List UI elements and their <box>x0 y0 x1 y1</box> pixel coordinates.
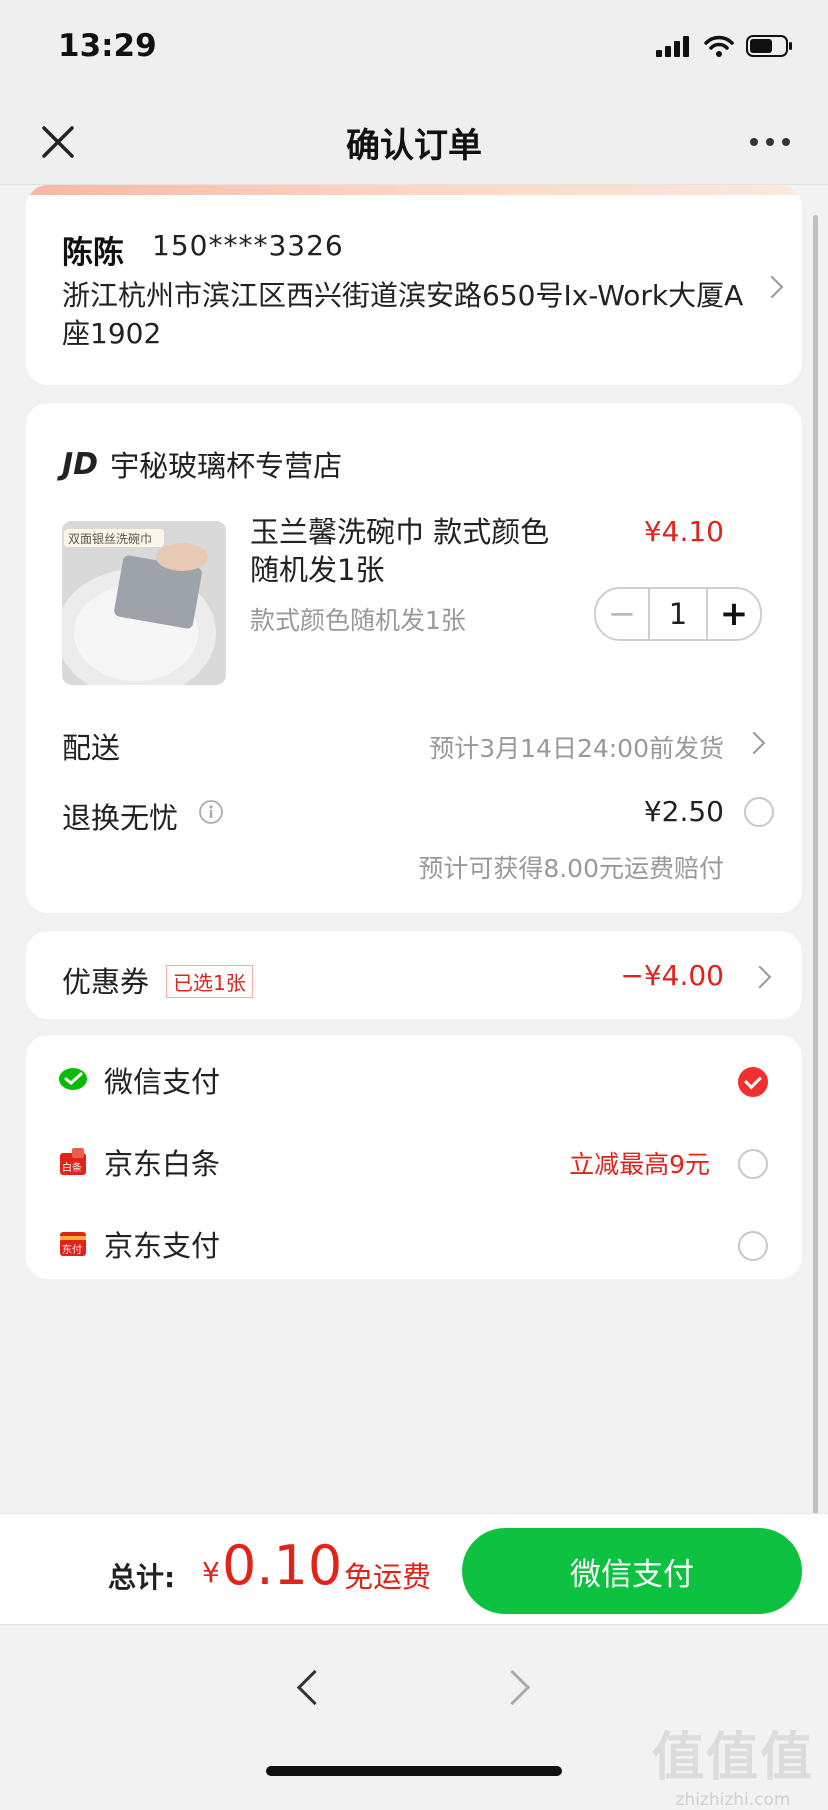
return-service-label: 退换无忧 <box>62 801 179 835</box>
watermark: 值值值 zhizhizhi.com <box>652 1715 814 1810</box>
jd-baitiao-icon: 白条 <box>60 1148 86 1175</box>
watermark-logo: 值值值 <box>651 1728 814 1788</box>
product-image-label: 双面银丝洗碗巾 <box>68 531 152 546</box>
browser-toolbar: 值值值 zhizhizhi.com <box>0 1624 828 1810</box>
chevron-right-icon <box>748 965 772 989</box>
address-decor-line <box>26 185 802 195</box>
baitiao-promo: 立减最高9元 <box>569 1150 710 1179</box>
product-price: ¥4.10 <box>643 515 724 548</box>
home-indicator[interactable] <box>266 1766 562 1776</box>
quantity-value[interactable]: 1 <box>648 589 708 639</box>
page-title: 确认订单 <box>346 126 482 166</box>
total-amount: 0.10 <box>222 1534 343 1597</box>
coupon-selected-badge: 已选1张 <box>166 965 253 998</box>
total-currency: ¥ <box>202 1556 220 1589</box>
payment-radio-jdpay[interactable] <box>738 1231 768 1261</box>
scrollbar[interactable] <box>813 215 818 1615</box>
back-arrow-icon[interactable] <box>296 1669 333 1706</box>
status-time: 13:29 <box>58 28 157 64</box>
wechat-pay-icon <box>59 1068 87 1090</box>
payment-radio-wechat[interactable] <box>738 1067 768 1097</box>
payment-option-baitiao[interactable]: 白条 京东白条 立减最高9元 <box>26 1129 802 1201</box>
forward-arrow-icon[interactable] <box>494 1669 531 1706</box>
payment-radio-baitiao[interactable] <box>738 1149 768 1179</box>
return-service-note: 预计可获得8.00元运费赔付 <box>418 854 724 883</box>
payment-methods-card: 微信支付 白条 京东白条 立减最高9元 东付 京东支付 <box>26 1035 802 1279</box>
quantity-plus-button[interactable]: + <box>708 589 760 639</box>
coupon-label: 优惠券 <box>62 965 150 999</box>
coupon-discount: −¥4.00 <box>620 959 724 992</box>
store-name: 宇秘玻璃杯专营店 <box>110 449 343 483</box>
recipient-name: 陈陈 <box>62 235 124 271</box>
order-card: JD 宇秘玻璃杯专营店 双面银丝洗碗巾 玉兰馨洗碗巾 款式颜色随机发1张 ¥4.… <box>26 403 802 913</box>
product-title[interactable]: 玉兰馨洗碗巾 款式颜色随机发1张 <box>250 513 570 589</box>
payment-label: 京东白条 <box>104 1147 221 1181</box>
chevron-right-icon <box>742 731 766 755</box>
address-card[interactable]: 陈陈 150****3326 浙江杭州市滨江区西兴街道滨安路650号Ix-Wor… <box>26 185 802 385</box>
store-header[interactable]: JD 宇秘玻璃杯专营店 <box>62 443 342 485</box>
coupon-card[interactable]: 优惠券 已选1张 −¥4.00 <box>26 931 802 1019</box>
payment-label: 京东支付 <box>104 1229 221 1263</box>
address-detail: 浙江杭州市滨江区西兴街道滨安路650号Ix-Work大厦A座1902 <box>62 279 744 350</box>
delivery-estimate[interactable]: 预计3月14日24:00前发货 <box>429 729 724 765</box>
payment-option-jdpay[interactable]: 东付 京东支付 <box>26 1211 802 1283</box>
free-shipping-label: 免运费 <box>344 1560 432 1594</box>
submit-pay-button[interactable]: 微信支付 <box>462 1528 802 1614</box>
watermark-url: zhizhizhi.com <box>675 1790 791 1810</box>
checkout-bar: 总计: ¥ 0.10 免运费 微信支付 <box>0 1513 828 1624</box>
status-bar: 13:29 <box>0 0 828 100</box>
product-spec: 款式颜色随机发1张 <box>250 606 466 635</box>
wifi-icon <box>704 35 734 57</box>
quantity-stepper: − 1 + <box>594 587 762 641</box>
delivery-label: 配送 <box>62 731 121 765</box>
recipient-phone: 150****3326 <box>152 229 344 262</box>
nav-bar: 确认订单 <box>0 100 828 185</box>
more-icon[interactable] <box>748 128 792 156</box>
jd-pay-icon: 东付 <box>60 1232 86 1256</box>
return-service-price: ¥2.50 <box>643 795 724 828</box>
svg-text:白条: 白条 <box>62 1161 82 1174</box>
quantity-minus-button[interactable]: − <box>596 589 648 639</box>
order-content: 陈陈 150****3326 浙江杭州市滨江区西兴街道滨安路650号Ix-Wor… <box>0 185 828 1515</box>
product-image[interactable]: 双面银丝洗碗巾 <box>62 521 226 685</box>
return-service-radio[interactable] <box>744 797 774 827</box>
chevron-right-icon <box>760 275 784 299</box>
cellular-signal-icon <box>656 36 689 57</box>
jd-logo: JD <box>62 446 99 482</box>
battery-icon <box>746 35 792 57</box>
product-photo-graphic: 双面银丝洗碗巾 <box>62 521 226 685</box>
payment-label: 微信支付 <box>104 1065 221 1099</box>
info-icon[interactable] <box>198 799 224 825</box>
total-label: 总计: <box>108 1561 176 1594</box>
status-icons <box>656 34 794 58</box>
payment-option-wechat[interactable]: 微信支付 <box>26 1047 802 1119</box>
svg-text:东付: 东付 <box>62 1243 82 1256</box>
